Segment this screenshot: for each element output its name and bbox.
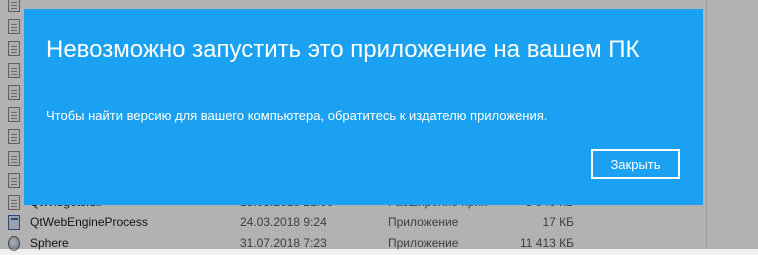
dialog-title: Невозможно запустить это приложение на в… (46, 36, 640, 63)
app-cannot-run-dialog: Невозможно запустить это приложение на в… (24, 9, 703, 205)
close-button[interactable]: Закрыть (591, 149, 680, 179)
dialog-message: Чтобы найти версию для вашего компьютера… (46, 108, 548, 123)
